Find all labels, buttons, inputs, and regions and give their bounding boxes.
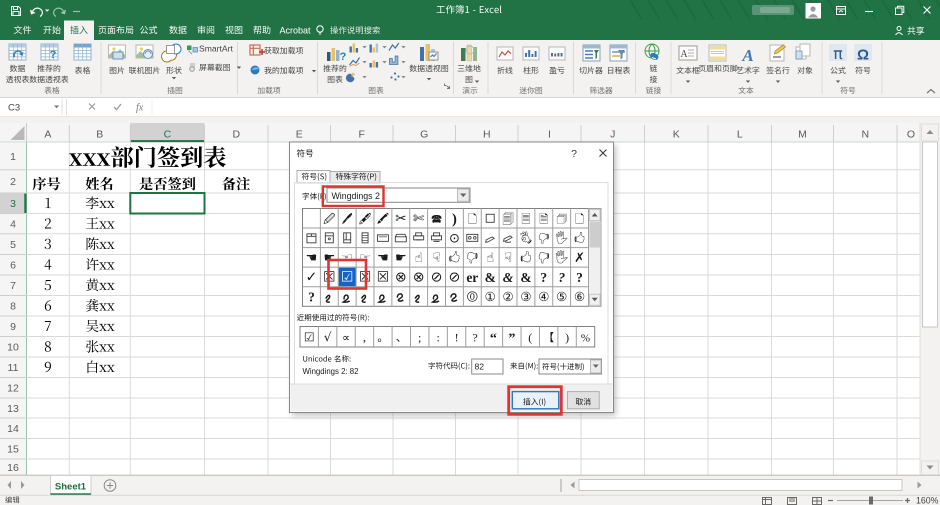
svg-text:(: (: [528, 330, 532, 344]
svg-text:Ω: Ω: [857, 47, 869, 64]
svg-text:&: &: [485, 270, 496, 285]
svg-text:A: A: [44, 129, 51, 141]
svg-text:13: 13: [7, 403, 19, 415]
svg-text:?: ?: [576, 270, 583, 285]
svg-text:;: ;: [418, 330, 421, 344]
svg-text:er: er: [466, 270, 478, 285]
svg-text:9: 9: [10, 321, 16, 333]
svg-text:D: D: [232, 129, 240, 141]
svg-text:10: 10: [7, 342, 19, 354]
svg-text:Wingdings 2: Wingdings 2: [332, 191, 381, 201]
svg-text:F: F: [359, 129, 365, 141]
svg-text:I: I: [548, 129, 551, 141]
svg-text:!: !: [455, 330, 459, 344]
svg-text:N: N: [861, 129, 869, 141]
svg-text:fx: fx: [136, 103, 144, 114]
svg-text:SmartArt: SmartArt: [199, 44, 234, 54]
svg-text:A: A: [680, 49, 688, 60]
svg-text:C3: C3: [8, 103, 20, 114]
svg-text:Sheet1: Sheet1: [55, 482, 87, 493]
svg-text:?: ?: [50, 49, 57, 61]
svg-text::: :: [436, 330, 439, 344]
svg-text:Wingdings 2: 82: Wingdings 2: 82: [303, 367, 359, 376]
svg-text:%: %: [581, 332, 590, 344]
svg-text:A: A: [741, 46, 753, 65]
svg-text:B: B: [96, 129, 103, 141]
svg-text:“: “: [490, 331, 497, 346]
svg-text:15: 15: [7, 444, 19, 456]
svg-text:160%: 160%: [916, 496, 939, 505]
svg-text:O: O: [907, 129, 915, 141]
svg-text:5: 5: [10, 239, 16, 251]
svg-text:?: ?: [472, 330, 477, 344]
svg-text:16: 16: [7, 462, 19, 474]
svg-text:12: 12: [7, 383, 19, 395]
svg-text:82: 82: [475, 362, 485, 372]
svg-text:?: ?: [571, 148, 577, 160]
svg-text:8: 8: [10, 301, 16, 313]
svg-text:”: ”: [508, 331, 515, 346]
svg-text:C: C: [164, 129, 172, 141]
svg-text:14: 14: [7, 423, 19, 435]
svg-text:3: 3: [10, 198, 16, 210]
svg-text:E: E: [296, 129, 303, 141]
svg-text:&: &: [520, 270, 531, 285]
svg-text:?: ?: [540, 270, 547, 285]
svg-text:M: M: [798, 129, 807, 141]
svg-text:7: 7: [10, 280, 16, 292]
svg-text:?: ?: [558, 270, 565, 285]
svg-text:J: J: [610, 129, 615, 141]
svg-text:): ): [452, 211, 457, 227]
svg-text:?: ?: [340, 51, 347, 63]
svg-text:4: 4: [10, 218, 16, 230]
svg-text:2: 2: [10, 176, 16, 188]
svg-text:&: &: [503, 270, 514, 285]
svg-text:,: ,: [363, 329, 366, 344]
svg-text:H: H: [483, 129, 491, 141]
svg-text:G: G: [420, 129, 428, 141]
svg-text:?: ?: [308, 289, 315, 304]
svg-text:L: L: [737, 129, 743, 141]
svg-text:6: 6: [10, 260, 16, 272]
svg-text:11: 11: [8, 362, 19, 374]
svg-text:): ): [565, 330, 569, 344]
svg-text:K: K: [673, 129, 680, 141]
svg-text:Acrobat: Acrobat: [279, 25, 311, 35]
svg-text:1: 1: [10, 151, 16, 163]
